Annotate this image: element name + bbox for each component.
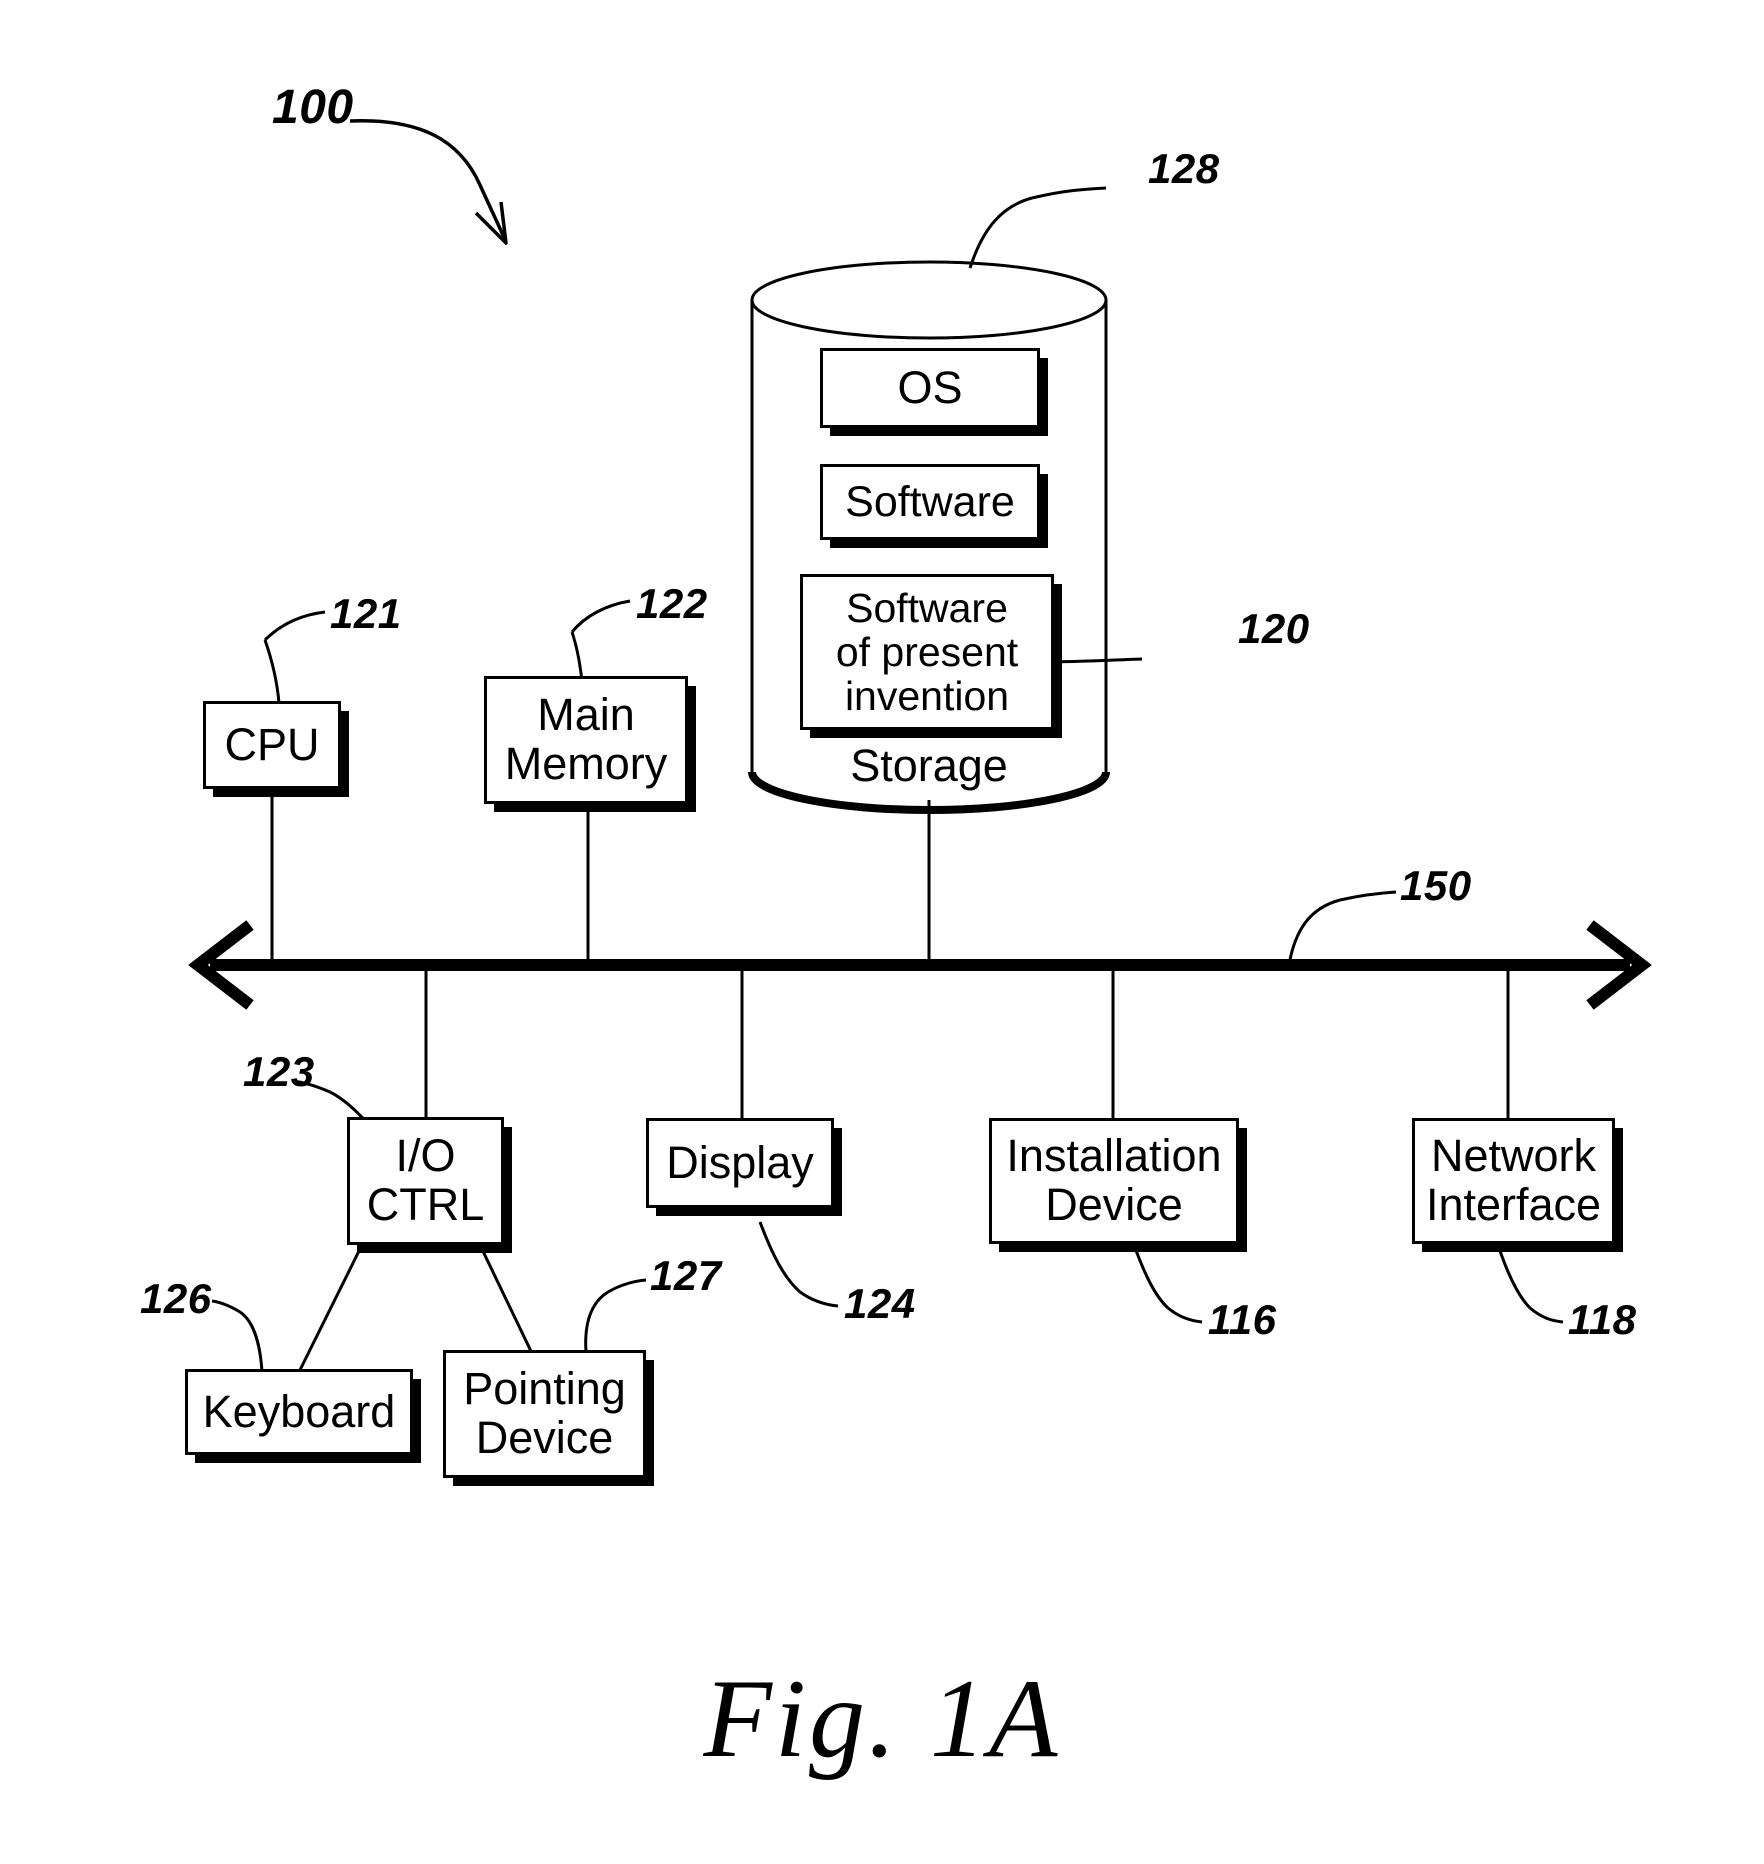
node-keyboard: Keyboard	[185, 1369, 413, 1455]
leader-line-120-tail	[1042, 657, 1143, 664]
node-main-memory-label: Main Memory	[504, 689, 668, 789]
ref-numeral-118: 118	[1568, 1296, 1637, 1343]
leader-line-124-tail	[799, 1290, 839, 1308]
ref-numeral-116: 116	[1208, 1296, 1277, 1343]
leader-line-128-head	[968, 196, 1033, 269]
storage-item-software-present-invention-label: Software of present invention	[835, 584, 1019, 720]
leader-line-127-tail	[607, 1278, 647, 1294]
ref-numeral-100: 100	[272, 81, 354, 134]
node-io-ctrl: I/O CTRL	[347, 1117, 504, 1245]
node-cpu-label: CPU	[224, 718, 320, 770]
connector-ioctrl-keyboard	[298, 1244, 364, 1371]
node-pointing-device-label: Pointing Device	[463, 1363, 626, 1463]
leader-line-116-tail	[1167, 1306, 1203, 1324]
leader-line-126-tail	[211, 1299, 241, 1314]
ref-numeral-123: 123	[243, 1048, 315, 1095]
ref-numeral-126: 126	[140, 1275, 212, 1322]
ref-numeral-121: 121	[330, 590, 402, 637]
leader-line-118-head	[1496, 1244, 1532, 1310]
node-main-memory: Main Memory	[484, 676, 688, 804]
diagram-linework	[188, 119, 1652, 1373]
node-pointing-device: Pointing Device	[443, 1350, 646, 1478]
storage-item-software: Software	[820, 464, 1040, 540]
node-display-label: Display	[666, 1136, 814, 1188]
leader-line-150-head	[1287, 898, 1341, 966]
leader-line-126-head	[239, 1310, 264, 1373]
leader-line-128-tail	[1031, 186, 1107, 200]
node-installation-device: Installation Device	[989, 1118, 1239, 1244]
leader-line-122-tail	[570, 599, 631, 633]
leader-line-127-head	[584, 1290, 609, 1353]
node-network-interface-label: Network Interface	[1425, 1130, 1602, 1230]
ref-numeral-122: 122	[636, 580, 708, 627]
node-io-ctrl-label: I/O CTRL	[366, 1130, 485, 1230]
storage-item-software-present-invention: Software of present invention	[800, 574, 1054, 730]
node-installation-device-label: Installation Device	[1006, 1130, 1222, 1230]
ref-numeral-124: 124	[844, 1280, 916, 1327]
storage-item-software-label: Software	[845, 477, 1015, 526]
ref-numeral-127: 127	[650, 1252, 722, 1299]
leader-line-100	[349, 119, 507, 241]
node-keyboard-label: Keyboard	[202, 1385, 396, 1437]
leader-line-124-head	[758, 1221, 801, 1294]
figure-page: 100 128 120 150 121 122 123 124 116 118 …	[0, 0, 1764, 1864]
leader-line-121-head	[263, 639, 281, 704]
figure-caption: Fig. 1A	[703, 1657, 1061, 1781]
ref-numeral-128: 128	[1148, 145, 1220, 192]
ref-numeral-120: 120	[1238, 605, 1310, 652]
storage-cylinder-label: Storage	[850, 740, 1008, 791]
node-cpu: CPU	[203, 701, 341, 789]
cylinder-top-ellipse	[750, 260, 1108, 340]
node-display: Display	[646, 1118, 834, 1208]
leader-line-116-head	[1132, 1244, 1170, 1310]
leader-line-118-tail	[1529, 1306, 1564, 1324]
ref-numeral-150: 150	[1400, 862, 1472, 909]
leader-line-121-tail	[263, 610, 326, 642]
storage-item-os: OS	[820, 348, 1040, 428]
storage-item-os-label: OS	[897, 361, 963, 413]
leader-line-150-tail	[1339, 890, 1397, 902]
node-network-interface: Network Interface	[1412, 1118, 1615, 1244]
